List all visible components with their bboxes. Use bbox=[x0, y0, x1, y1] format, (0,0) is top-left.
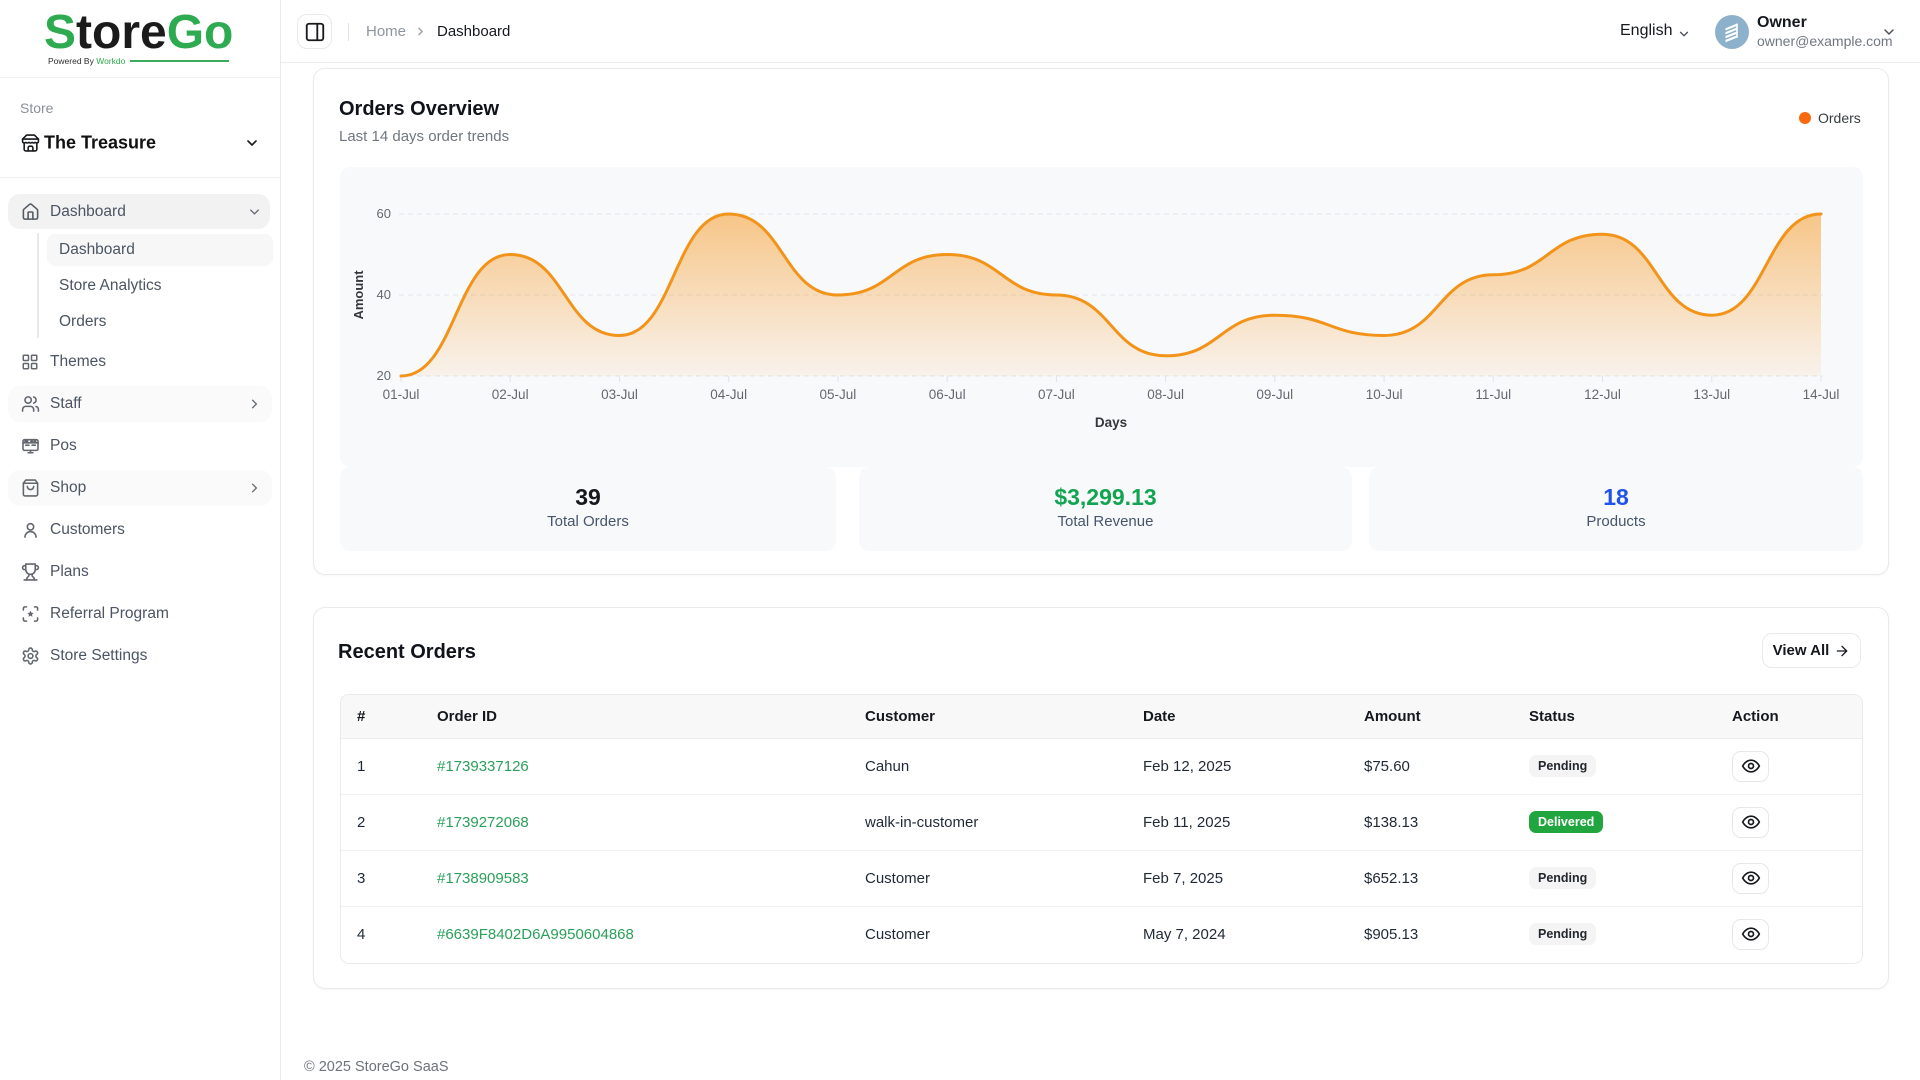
svg-text:10-Jul: 10-Jul bbox=[1366, 387, 1403, 402]
svg-text:13-Jul: 13-Jul bbox=[1693, 387, 1730, 402]
svg-text:09-Jul: 09-Jul bbox=[1256, 387, 1293, 402]
svg-text:11-Jul: 11-Jul bbox=[1475, 387, 1511, 402]
svg-text:07-Jul: 07-Jul bbox=[1038, 387, 1075, 402]
svg-text:60: 60 bbox=[377, 206, 391, 221]
svg-text:06-Jul: 06-Jul bbox=[929, 387, 966, 402]
svg-text:01-Jul: 01-Jul bbox=[383, 387, 420, 402]
svg-text:04-Jul: 04-Jul bbox=[710, 387, 747, 402]
svg-text:Days: Days bbox=[1095, 415, 1127, 430]
svg-text:14-Jul: 14-Jul bbox=[1803, 387, 1840, 402]
svg-text:Amount: Amount bbox=[351, 270, 366, 320]
svg-text:02-Jul: 02-Jul bbox=[492, 387, 529, 402]
svg-text:08-Jul: 08-Jul bbox=[1147, 387, 1184, 402]
svg-text:03-Jul: 03-Jul bbox=[601, 387, 638, 402]
svg-text:40: 40 bbox=[377, 287, 391, 302]
svg-text:05-Jul: 05-Jul bbox=[820, 387, 857, 402]
svg-text:12-Jul: 12-Jul bbox=[1584, 387, 1621, 402]
svg-text:20: 20 bbox=[377, 368, 391, 383]
